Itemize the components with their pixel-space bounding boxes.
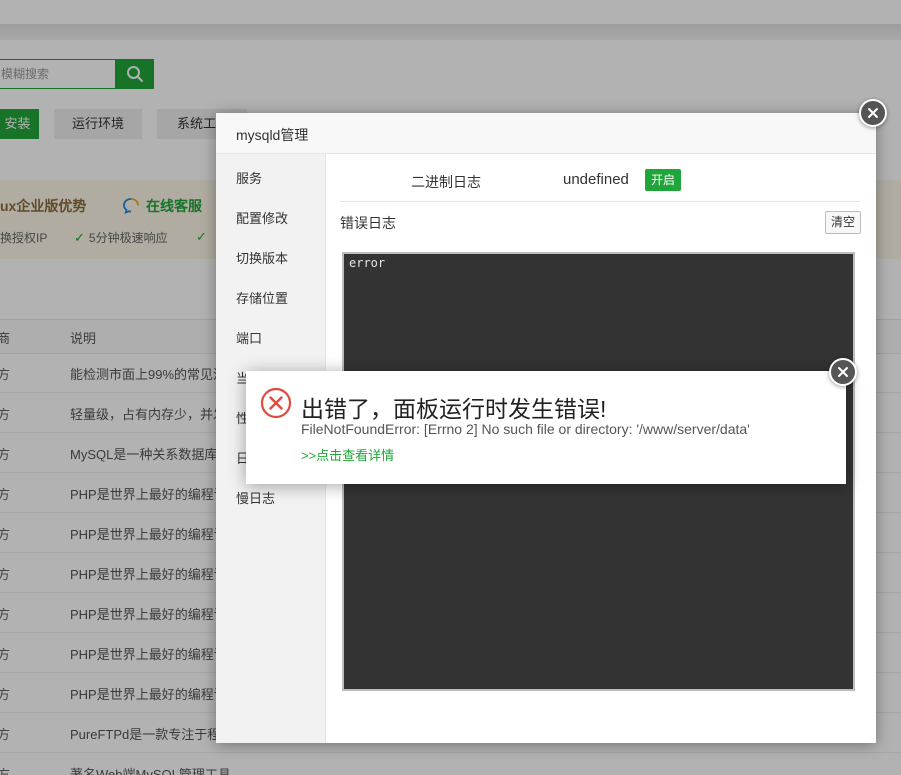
binlog-label: 二进制日志 (411, 174, 481, 190)
error-icon (260, 387, 292, 419)
sidebar-item-port[interactable]: 端口 (236, 328, 262, 347)
sidebar-item-service[interactable]: 服务 (236, 168, 262, 187)
sidebar-item-storage[interactable]: 存储位置 (236, 288, 288, 307)
close-icon (868, 108, 878, 118)
sidebar-item-switch-version[interactable]: 切换版本 (236, 248, 288, 267)
error-popup-close-button[interactable] (829, 358, 857, 386)
sidebar-item-config[interactable]: 配置修改 (236, 208, 288, 227)
dialog-close-button[interactable] (859, 99, 887, 127)
sidebar-item-slow-log[interactable]: 慢日志 (236, 488, 275, 507)
binlog-value: undefined (563, 171, 629, 188)
error-message: FileNotFoundError: [Errno 2] No such fil… (301, 421, 750, 437)
binlog-row: 二进制日志 undefined 开启 (340, 154, 860, 202)
enable-binlog-button[interactable]: 开启 (645, 169, 681, 191)
close-icon (838, 367, 848, 377)
error-title: 出错了，面板运行时发生错误! (301, 396, 607, 422)
error-popup: 出错了，面板运行时发生错误! FileNotFoundError: [Errno… (246, 371, 846, 484)
error-log-label: 错误日志 (340, 215, 396, 231)
clear-log-button[interactable]: 清空 (825, 211, 861, 234)
dialog-header: mysqld管理 (216, 113, 876, 154)
error-log-content: error (349, 256, 386, 270)
error-details-link[interactable]: >>点击查看详情 (301, 445, 394, 464)
dialog-title: mysqld管理 (236, 127, 309, 143)
